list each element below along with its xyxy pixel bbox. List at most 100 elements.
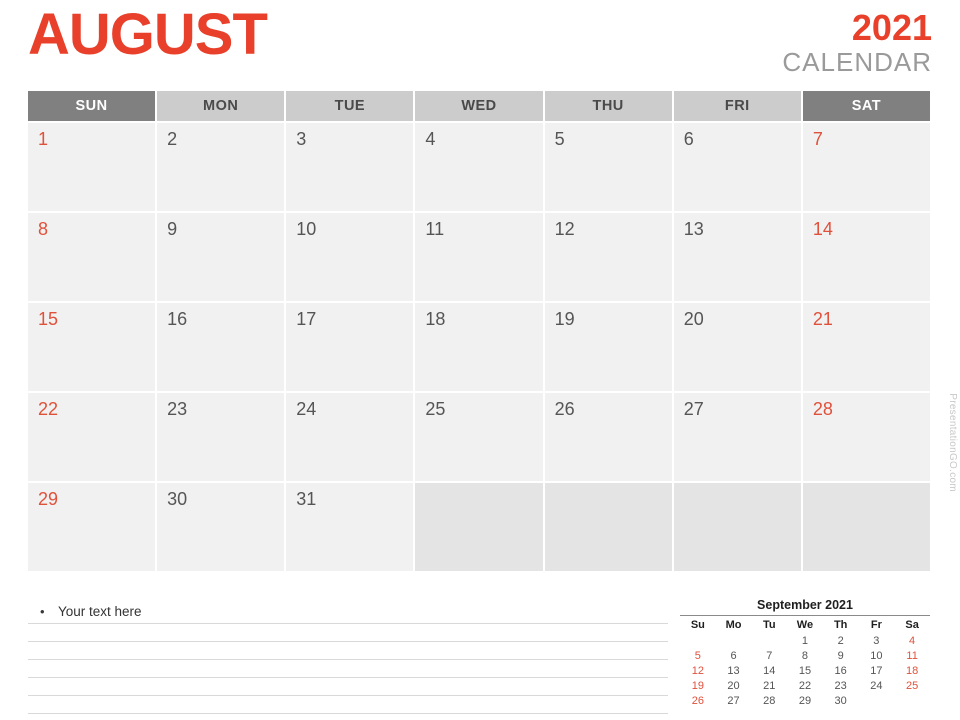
- mini-weekday-header-fr: Fr: [870, 619, 882, 631]
- mini-day-cell[interactable]: 18: [894, 663, 930, 678]
- mini-day-cell[interactable]: 26: [680, 693, 716, 708]
- weekday-header-tue: TUE: [286, 91, 414, 121]
- day-cell[interactable]: 4: [415, 123, 543, 211]
- mini-day-cell[interactable]: 10: [859, 648, 895, 663]
- day-cell[interactable]: 9: [157, 213, 285, 301]
- mini-weekday-header-mo: Mo: [725, 619, 742, 631]
- mini-day-cell[interactable]: 24: [859, 678, 895, 693]
- note-line[interactable]: [28, 642, 668, 660]
- day-cell[interactable]: 19: [544, 303, 672, 391]
- day-cell[interactable]: 16: [157, 303, 285, 391]
- mini-day-cell[interactable]: 11: [894, 648, 930, 663]
- day-number: 13: [683, 219, 704, 239]
- note-line[interactable]: [28, 696, 668, 714]
- day-cell[interactable]: 22: [28, 393, 156, 481]
- page-title: AUGUST: [28, 2, 268, 67]
- mini-calendar-row: 26 27 28 29 30: [680, 693, 930, 708]
- note-line[interactable]: • Your text here: [28, 602, 668, 624]
- weekday-header-fri: FRI: [673, 91, 801, 121]
- mini-day-cell-empty: [716, 633, 752, 648]
- day-number: 29: [38, 489, 59, 509]
- mini-day-cell[interactable]: 20: [716, 678, 752, 693]
- day-cell[interactable]: 6: [673, 123, 801, 211]
- day-number: 30: [167, 489, 188, 509]
- mini-day-cell[interactable]: 8: [787, 648, 823, 663]
- day-cell[interactable]: 17: [286, 303, 414, 391]
- weekday-header-sat: SAT: [802, 91, 930, 121]
- day-cell[interactable]: 21: [802, 303, 930, 391]
- day-cell[interactable]: 14: [802, 213, 930, 301]
- day-cell[interactable]: 5: [544, 123, 672, 211]
- day-cell[interactable]: 29: [28, 483, 156, 571]
- day-cell[interactable]: 11: [415, 213, 543, 301]
- day-cell[interactable]: 26: [544, 393, 672, 481]
- mini-day-cell[interactable]: 7: [751, 648, 787, 663]
- day-cell[interactable]: 30: [157, 483, 285, 571]
- day-cell[interactable]: 24: [286, 393, 414, 481]
- watermark-label: PresentationGO.com: [947, 393, 958, 492]
- mini-day-cell[interactable]: 22: [787, 678, 823, 693]
- mini-calendar-header-row: Su Mo Tu We Th Fr Sa: [680, 617, 930, 633]
- day-number: 6: [683, 129, 694, 149]
- mini-day-cell[interactable]: 19: [680, 678, 716, 693]
- day-cell[interactable]: 28: [802, 393, 930, 481]
- day-cell[interactable]: 18: [415, 303, 543, 391]
- day-cell[interactable]: 13: [673, 213, 801, 301]
- mini-day-cell[interactable]: 9: [823, 648, 859, 663]
- mini-day-cell[interactable]: 30: [823, 693, 859, 708]
- mini-day-cell-empty: [680, 633, 716, 648]
- mini-day-cell[interactable]: 17: [859, 663, 895, 678]
- mini-weekday-header-sa: Sa: [905, 619, 919, 631]
- mini-day-cell[interactable]: 21: [751, 678, 787, 693]
- day-cell[interactable]: 27: [673, 393, 801, 481]
- mini-day-cell[interactable]: 27: [716, 693, 752, 708]
- mini-day-cell[interactable]: 14: [751, 663, 787, 678]
- note-text[interactable]: Your text here: [58, 602, 142, 622]
- notes-area[interactable]: • Your text here: [28, 602, 668, 714]
- day-cell[interactable]: 31: [286, 483, 414, 571]
- day-cell[interactable]: 7: [802, 123, 930, 211]
- mini-day-cell[interactable]: 16: [823, 663, 859, 678]
- mini-day-cell[interactable]: 15: [787, 663, 823, 678]
- mini-day-cell[interactable]: 23: [823, 678, 859, 693]
- mini-day-cell[interactable]: 6: [716, 648, 752, 663]
- mini-calendar-row: 19 20 21 22 23 24 25: [680, 678, 930, 693]
- mini-weekday-header-tu: Tu: [762, 619, 776, 631]
- day-cell[interactable]: 8: [28, 213, 156, 301]
- note-line[interactable]: [28, 624, 668, 642]
- mini-day-cell[interactable]: 1: [787, 633, 823, 648]
- note-line[interactable]: [28, 660, 668, 678]
- mini-day-cell[interactable]: 5: [680, 648, 716, 663]
- day-cell[interactable]: 20: [673, 303, 801, 391]
- note-line[interactable]: [28, 678, 668, 696]
- day-cell[interactable]: 15: [28, 303, 156, 391]
- mini-day-cell[interactable]: 28: [751, 693, 787, 708]
- mini-day-cell-empty: [859, 693, 895, 708]
- day-cell[interactable]: 23: [157, 393, 285, 481]
- mini-day-cell[interactable]: 13: [716, 663, 752, 678]
- day-number: 16: [167, 309, 188, 329]
- mini-day-cell-empty: [751, 633, 787, 648]
- mini-day-cell[interactable]: 29: [787, 693, 823, 708]
- day-cell[interactable]: 3: [286, 123, 414, 211]
- day-cell[interactable]: 25: [415, 393, 543, 481]
- day-number: 26: [554, 399, 575, 419]
- day-number: 12: [554, 219, 575, 239]
- mini-day-cell[interactable]: 3: [859, 633, 895, 648]
- day-number: 19: [554, 309, 575, 329]
- mini-weekday-header-su: Su: [690, 619, 705, 631]
- mini-day-cell[interactable]: 25: [894, 678, 930, 693]
- day-cell[interactable]: 2: [157, 123, 285, 211]
- day-cell[interactable]: 12: [544, 213, 672, 301]
- day-cell-empty: [415, 483, 543, 571]
- mini-day-cell[interactable]: 2: [823, 633, 859, 648]
- day-cell[interactable]: 1: [28, 123, 156, 211]
- day-number: 3: [296, 129, 307, 149]
- day-number: 28: [812, 399, 833, 419]
- day-cell[interactable]: 10: [286, 213, 414, 301]
- day-number: 20: [683, 309, 704, 329]
- mini-day-cell[interactable]: 12: [680, 663, 716, 678]
- day-number: 21: [812, 309, 833, 329]
- mini-day-cell[interactable]: 4: [894, 633, 930, 648]
- day-number: 31: [296, 489, 317, 509]
